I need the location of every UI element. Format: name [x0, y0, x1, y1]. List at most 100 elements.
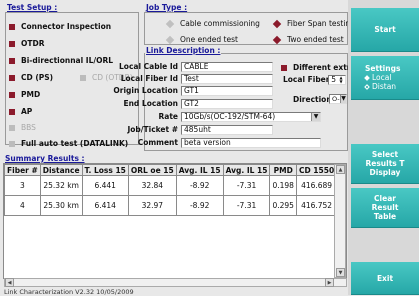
end-location-label: End Location [123, 99, 178, 108]
col-orl[interactable]: ORL oe 15 [127, 164, 177, 176]
col-avg-il-1[interactable]: Avg. IL 15 [175, 164, 224, 176]
cell-avg-il-2: -7.31 [222, 175, 271, 196]
select-label-3: Display [369, 168, 401, 177]
checkbox-bidirectional-il-orl[interactable]: Bi-directionnal IL/ORL [9, 56, 113, 65]
job-ticket-label: Job/Ticket # [127, 125, 178, 134]
option-label: Full auto test (DATALINK) [21, 139, 129, 148]
origin-location-label: Origin Location [113, 86, 178, 95]
local-cable-id-label: Local Cable Id [119, 62, 178, 71]
test-setup-title: Test Setup : [6, 3, 59, 12]
exit-button[interactable]: Exit [351, 262, 419, 295]
pass-check-icon [346, 176, 347, 189]
option-label: AP [21, 107, 33, 116]
col-distance[interactable]: Distance [39, 164, 83, 176]
cell-total-loss: 6.414 [81, 195, 129, 216]
link-description-title: Link Description : [145, 46, 222, 55]
checkbox-ap[interactable]: AP [9, 107, 32, 116]
comment-field[interactable]: beta version [181, 138, 321, 148]
checkbox-pmd[interactable]: PMD [9, 90, 40, 99]
summary-table: Fiber # Distance T. Loss 15 ORL oe 15 Av… [4, 164, 347, 216]
table-row[interactable]: 4 25.30 km 6.414 32.97 -8.92 -7.31 0.295… [4, 195, 347, 216]
option-label: Two ended test [287, 35, 344, 44]
local-fiber-id-field[interactable]: Test [181, 74, 273, 84]
scroll-down-arrow-icon[interactable]: ▼ [336, 268, 345, 277]
radio-off-icon [165, 19, 175, 28]
scroll-up-arrow-icon[interactable]: ▲ [336, 165, 345, 174]
cell-cd-1550: 416.689 [295, 175, 338, 196]
cell-pmd: 0.198 [269, 175, 297, 196]
col-pmd[interactable]: PMD [269, 164, 297, 176]
summary-table-frame: Fiber # Distance T. Loss 15 ORL oe 15 Av… [3, 163, 347, 279]
vertical-scrollbar[interactable] [334, 164, 346, 278]
col-cd-1550[interactable]: CD 1550 [295, 164, 338, 176]
exit-button-label: Exit [376, 273, 394, 283]
option-label: PMD [21, 90, 41, 99]
settings-button-label: Settings [365, 64, 401, 73]
checkbox-full-auto-test[interactable]: Full auto test (DATALINK) [9, 139, 128, 148]
cell-avg-il-1: -8.92 [175, 175, 224, 196]
origin-location-field[interactable]: GT1 [181, 86, 273, 96]
clear-label-1: Clear [374, 194, 396, 203]
radio-off-icon [165, 35, 175, 44]
horizontal-scrollbar[interactable] [4, 278, 347, 287]
col-fiber[interactable]: Fiber # [4, 164, 41, 176]
checkbox-off-icon [9, 124, 15, 131]
job-ticket-field[interactable]: 485uht [181, 125, 273, 135]
direction-select[interactable]: O->E ▼ [329, 94, 347, 104]
radio-fiber-span-testing[interactable]: Fiber Span testing [272, 19, 355, 28]
checkbox-on-icon [9, 23, 15, 30]
local-fiber-num-spinner[interactable]: 5 ▲ ▼ [328, 75, 346, 85]
checkbox-on-icon [9, 108, 15, 115]
settings-local-row: Local [364, 73, 392, 82]
cell-cd-1550: 416.752 [295, 195, 338, 216]
scroll-left-arrow-icon[interactable]: ◀ [5, 278, 14, 287]
checkbox-on-icon [9, 91, 15, 98]
checkbox-bbs: BBS [9, 123, 36, 132]
checkbox-on-icon [281, 64, 287, 71]
settings-button[interactable]: Settings Local Distan [351, 56, 419, 100]
radio-cable-commissioning[interactable]: Cable commissioning [165, 19, 260, 28]
rate-select[interactable]: 10Gb/s(OC-192/STM-64) ▼ [181, 112, 321, 122]
cell-orl: 32.84 [127, 175, 177, 196]
option-label: Bi-directionnal IL/ORL [21, 56, 114, 65]
option-label: Connector Inspection [21, 22, 112, 31]
col-total-loss[interactable]: T. Loss 15 [81, 164, 129, 176]
radio-on-icon [272, 35, 282, 44]
select-label-1: Select [371, 150, 399, 159]
end-location-field[interactable]: GT2 [181, 99, 273, 109]
option-label: CD (PS) [21, 73, 54, 82]
local-cable-id-field[interactable]: CABLE [181, 62, 273, 72]
settings-local-label: Local [372, 73, 392, 82]
option-label: Fiber Span testing [287, 19, 355, 28]
table-header-row: Fiber # Distance T. Loss 15 ORL oe 15 Av… [4, 164, 346, 176]
radio-two-ended-test[interactable]: Two ended test [272, 35, 344, 44]
table-row[interactable]: 3 25.32 km 6.441 32.84 -8.92 -7.31 0.198… [4, 175, 347, 196]
local-fiber-num-value: 5 [331, 75, 336, 84]
checkbox-on-icon [9, 57, 15, 64]
chevron-down-icon[interactable]: ▼ [340, 95, 346, 103]
clear-result-table-button[interactable]: Clear Result Table [351, 188, 419, 228]
checkbox-cd-ps[interactable]: CD (PS) [9, 73, 53, 82]
cell-pmd: 0.295 [269, 195, 297, 216]
checkbox-on-icon [9, 74, 15, 81]
start-button[interactable]: Start [351, 8, 419, 52]
summary-title: Summary Results : [4, 154, 86, 163]
spinner-arrows-icon[interactable]: ▲ ▼ [337, 76, 345, 84]
checkbox-otdr[interactable]: OTDR [9, 39, 45, 48]
direction-label: Direction [293, 95, 332, 104]
rate-label: Rate [158, 112, 178, 121]
radio-one-ended-test[interactable]: One ended test [165, 35, 238, 44]
rate-value: 10Gb/s(OC-192/STM-64) [184, 112, 276, 121]
col-avg-il-2[interactable]: Avg. IL 15 [222, 164, 271, 176]
scroll-right-arrow-icon[interactable]: ▶ [325, 278, 334, 287]
start-button-label: Start [374, 25, 396, 34]
option-label: Cable commissioning [180, 19, 260, 28]
pass-check-icon [346, 196, 347, 209]
cell-fiber: 3 [4, 175, 41, 196]
cell-total-loss: 6.441 [81, 175, 129, 196]
settings-distant-row: Distan [364, 82, 396, 91]
chevron-down-icon[interactable]: ▼ [311, 113, 320, 121]
checkbox-connector-inspection[interactable]: Connector Inspection [9, 22, 111, 31]
selected-diamond-icon [364, 74, 370, 81]
select-results-table-display-button[interactable]: Select Results T Display [351, 144, 419, 184]
